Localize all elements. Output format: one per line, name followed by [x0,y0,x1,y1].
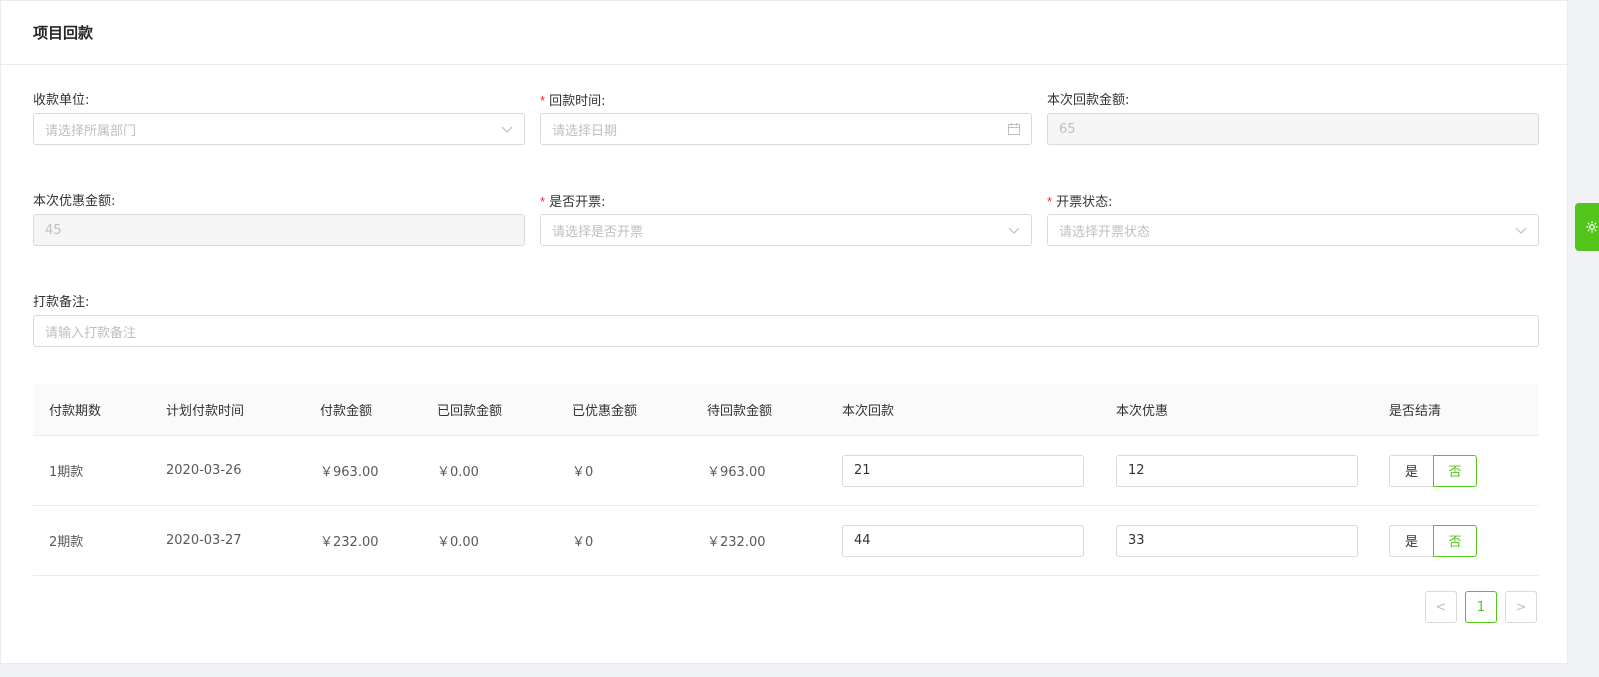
table-header: 付款期数 计划付款时间 付款金额 已回款金额 已优惠金额 待回款金额 本次回款 … [33,384,1539,436]
current-return-amount-input: 65 [1047,113,1539,145]
next-page-button[interactable]: > [1505,591,1537,623]
card-header: 项目回款 [1,1,1567,65]
column-header: 计划付款时间 [166,404,245,419]
settled-no-button[interactable]: 否 [1433,454,1477,487]
settled-cell: 是 否 [1389,436,1477,505]
invoice-status-label: * 开票状态: [1047,194,1113,210]
settings-drawer-toggle[interactable] [1575,203,1599,251]
table-row: 1期款 2020-03-26 ￥963.00 ￥0.00 ￥0 ￥963.00 … [33,436,1539,506]
return-time-datepicker[interactable]: 请选择日期 [540,113,1032,145]
planned-date-cell: 2020-03-27 [166,533,242,548]
payee-label: 收款单位: [33,93,90,108]
column-header: 已优惠金额 [572,404,638,419]
amount-cell: ￥963.00 [320,465,379,480]
discounted-cell: ￥0 [572,535,594,550]
payment-note-label: 打款备注: [33,295,90,310]
column-header: 付款金额 [320,404,373,419]
chevron-down-icon [501,126,513,133]
gear-icon [1586,221,1598,233]
this-return-input[interactable]: 44 [842,524,1084,557]
current-discount-amount-form-item: 本次优惠金额: 45 [33,192,525,246]
return-time-placeholder: 请选择日期 [552,123,618,139]
this-discount-input[interactable]: 33 [1116,524,1358,557]
settled-radio-group: 是 否 [1389,524,1477,557]
payment-note-form-item: 打款备注: 请输入打款备注 [33,293,1539,347]
returned-cell: ￥0.00 [437,465,479,480]
current-discount-amount-value: 45 [45,222,62,238]
required-mark: * [540,194,546,209]
required-mark: * [1047,194,1053,209]
payee-select[interactable]: 请选择所属部门 [33,113,525,145]
page-title: 项目回款 [33,24,94,42]
invoice-status-form-item: * 开票状态: 请选择开票状态 [1047,192,1539,246]
chevron-down-icon [1008,227,1020,234]
period-cell: 1期款 [49,465,84,480]
page-number-button[interactable]: 1 [1465,591,1497,623]
payee-placeholder: 请选择所属部门 [45,123,137,139]
this-discount-cell: 33 [1116,506,1358,575]
current-discount-amount-input: 45 [33,214,525,246]
pending-cell: ￥963.00 [707,465,766,480]
project-payment-card: 项目回款 收款单位: 请选择所属部门 * 回款时间: 请选择日期 本次回款金额: … [0,0,1568,664]
required-mark: * [540,93,546,108]
column-header: 待回款金额 [707,404,773,419]
current-return-amount-label: 本次回款金额: [1047,93,1130,108]
column-header: 本次优惠 [1116,404,1169,419]
this-discount-cell: 12 [1116,436,1358,505]
this-discount-input[interactable]: 12 [1116,454,1358,487]
settled-yes-button[interactable]: 是 [1389,524,1433,557]
pending-cell: ￥232.00 [707,535,766,550]
settled-radio-group: 是 否 [1389,454,1477,487]
invoice-status-select[interactable]: 请选择开票状态 [1047,214,1539,246]
column-header: 本次回款 [842,404,895,419]
this-return-cell: 44 [842,506,1084,575]
payment-note-input[interactable]: 请输入打款备注 [33,315,1539,347]
chevron-down-icon [1515,227,1527,234]
current-return-amount-form-item: 本次回款金额: 65 [1047,91,1539,145]
invoice-issued-select[interactable]: 请选择是否开票 [540,214,1032,246]
returned-cell: ￥0.00 [437,535,479,550]
amount-cell: ￥232.00 [320,535,379,550]
payee-form-item: 收款单位: 请选择所属部门 [33,91,525,145]
invoice-status-placeholder: 请选择开票状态 [1059,224,1151,240]
column-header: 已回款金额 [437,404,503,419]
discounted-cell: ￥0 [572,465,594,480]
settled-yes-button[interactable]: 是 [1389,454,1433,487]
current-discount-amount-label: 本次优惠金额: [33,194,116,209]
table-row: 2期款 2020-03-27 ￥232.00 ￥0.00 ￥0 ￥232.00 … [33,506,1539,576]
return-time-form-item: * 回款时间: 请选择日期 [540,91,1032,145]
settled-no-button[interactable]: 否 [1433,524,1477,557]
this-return-input[interactable]: 21 [842,454,1084,487]
invoice-issued-form-item: * 是否开票: 请选择是否开票 [540,192,1032,246]
payment-schedule-table: 付款期数 计划付款时间 付款金额 已回款金额 已优惠金额 待回款金额 本次回款 … [33,384,1539,576]
current-return-amount-value: 65 [1059,121,1076,137]
calendar-icon [1008,123,1020,135]
prev-page-button[interactable]: < [1425,591,1457,623]
column-header: 付款期数 [49,404,102,419]
planned-date-cell: 2020-03-26 [166,463,242,478]
invoice-issued-label: * 是否开票: [540,194,606,210]
this-return-cell: 21 [842,436,1084,505]
payment-note-placeholder: 请输入打款备注 [45,325,137,341]
settled-cell: 是 否 [1389,506,1477,575]
column-header: 是否结清 [1389,404,1442,419]
return-time-label: * 回款时间: [540,93,606,109]
period-cell: 2期款 [49,535,84,550]
invoice-issued-placeholder: 请选择是否开票 [552,224,644,240]
pagination: < 1 > [1425,591,1537,623]
